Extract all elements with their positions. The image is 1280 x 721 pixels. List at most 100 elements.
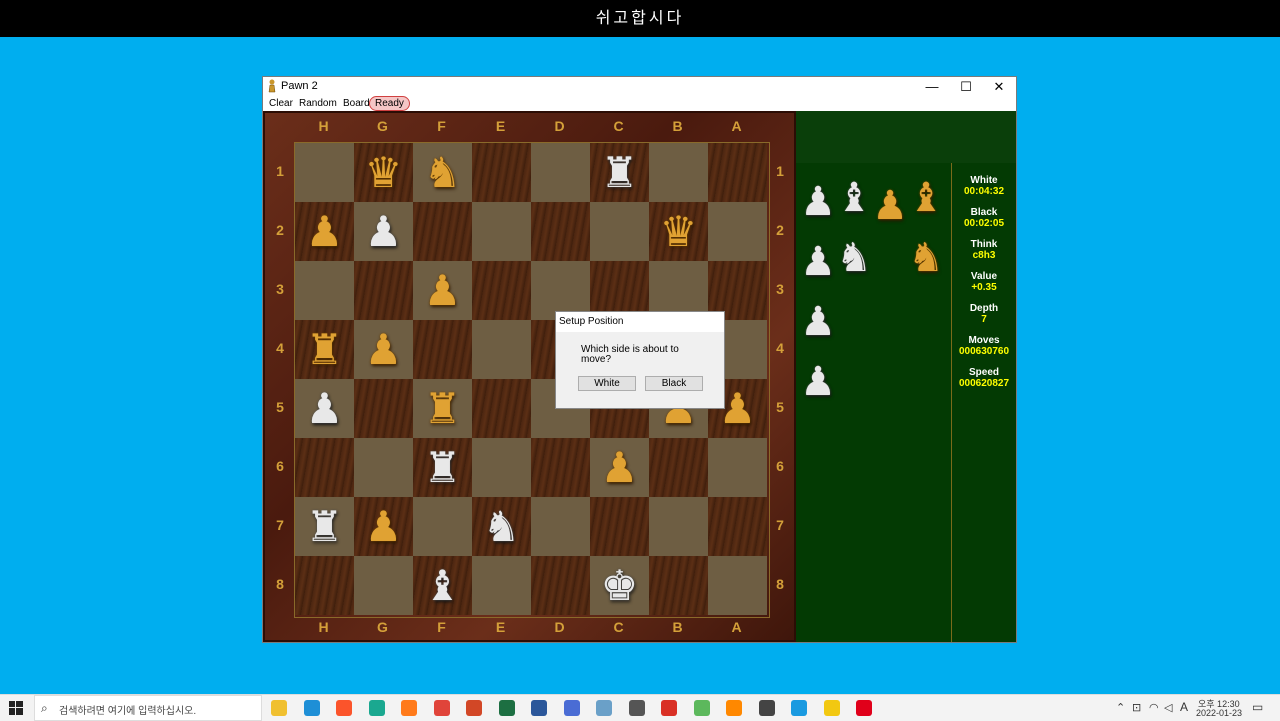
app-green-icon[interactable] bbox=[368, 700, 385, 716]
board-square[interactable] bbox=[708, 143, 767, 202]
file-label-top: E bbox=[495, 118, 506, 134]
board-square[interactable] bbox=[472, 143, 531, 202]
board-square[interactable] bbox=[531, 143, 590, 202]
board-square[interactable] bbox=[472, 202, 531, 261]
board-square[interactable] bbox=[413, 497, 472, 556]
dialog-title[interactable]: Setup Position bbox=[556, 312, 724, 332]
network-icon[interactable]: ⊡ bbox=[1132, 701, 1141, 714]
board-square[interactable] bbox=[649, 497, 708, 556]
board-square[interactable] bbox=[708, 497, 767, 556]
word-icon[interactable] bbox=[531, 700, 547, 716]
board-square[interactable] bbox=[531, 556, 590, 615]
board-square[interactable] bbox=[649, 438, 708, 497]
gold-pawn-icon[interactable]: ♟ bbox=[295, 202, 354, 261]
captured-gold-bishop-icon: ♝ bbox=[908, 175, 944, 220]
board-square[interactable] bbox=[413, 320, 472, 379]
edge-icon[interactable] bbox=[303, 700, 320, 716]
board-square[interactable] bbox=[295, 438, 354, 497]
menu-clear[interactable]: Clear bbox=[269, 96, 293, 111]
board-square[interactable] bbox=[413, 202, 472, 261]
board-square[interactable] bbox=[531, 497, 590, 556]
opera-icon[interactable] bbox=[856, 700, 872, 716]
app-red-icon[interactable] bbox=[661, 700, 677, 716]
app-circle-icon[interactable] bbox=[791, 700, 807, 716]
silver-knight-icon[interactable]: ♞ bbox=[472, 497, 531, 556]
silver-rook-icon[interactable]: ♜ bbox=[590, 143, 649, 202]
gold-pawn-icon[interactable]: ♟ bbox=[354, 497, 413, 556]
stat-label-value: Value bbox=[970, 271, 998, 282]
captured-gold-pawn-icon: ♟ bbox=[872, 183, 908, 228]
board-square[interactable] bbox=[354, 261, 413, 320]
captured-silver-pawn-icon: ♟ bbox=[800, 239, 836, 284]
board-square[interactable] bbox=[531, 438, 590, 497]
excel-icon[interactable] bbox=[498, 700, 515, 716]
clock-date[interactable]: 2022-01-23 bbox=[1196, 708, 1242, 718]
board-square[interactable] bbox=[295, 556, 354, 615]
taskbar-search-box[interactable]: ⌕ 검색하려면 여기에 입력하십시오. bbox=[34, 695, 262, 721]
minimize-button[interactable]: — bbox=[915, 77, 949, 96]
board-square[interactable] bbox=[472, 320, 531, 379]
menu-board[interactable]: Board bbox=[343, 96, 370, 111]
app-green2-icon[interactable] bbox=[693, 700, 710, 716]
title-bar[interactable]: Pawn 2 — ☐ ✕ bbox=[263, 77, 1016, 96]
calculator-icon[interactable] bbox=[758, 700, 775, 716]
windows-start-icon[interactable] bbox=[9, 701, 23, 715]
brave-icon[interactable] bbox=[336, 700, 352, 716]
vlc-icon[interactable] bbox=[726, 700, 742, 716]
search-tool-icon[interactable] bbox=[628, 700, 645, 716]
search-input[interactable]: 검색하려면 여기에 입력하십시오. bbox=[59, 702, 196, 717]
board-square[interactable] bbox=[590, 497, 649, 556]
board-square[interactable] bbox=[708, 438, 767, 497]
rank-label-left: 5 bbox=[276, 399, 284, 415]
silver-rook-icon[interactable]: ♜ bbox=[295, 497, 354, 556]
rank-label-left: 4 bbox=[276, 340, 284, 356]
board-square[interactable] bbox=[295, 143, 354, 202]
wifi-icon[interactable]: ◠ bbox=[1149, 701, 1159, 714]
silver-pawn-icon[interactable]: ♟ bbox=[354, 202, 413, 261]
board-square[interactable] bbox=[472, 556, 531, 615]
gold-pawn-icon[interactable]: ♟ bbox=[590, 438, 649, 497]
gold-rook-icon[interactable]: ♜ bbox=[295, 320, 354, 379]
gold-pawn-icon[interactable]: ♟ bbox=[354, 320, 413, 379]
board-square[interactable] bbox=[472, 261, 531, 320]
file-label-top: B bbox=[672, 118, 683, 134]
app-blue-icon[interactable] bbox=[563, 700, 580, 716]
menu-ready[interactable]: Ready bbox=[369, 96, 410, 111]
powerpoint-icon[interactable] bbox=[466, 700, 482, 716]
maximize-button[interactable]: ☐ bbox=[949, 77, 983, 96]
app-monitor-icon[interactable] bbox=[596, 700, 612, 716]
board-square[interactable] bbox=[354, 379, 413, 438]
silver-rook-icon[interactable]: ♜ bbox=[413, 438, 472, 497]
gold-queen-icon[interactable]: ♛ bbox=[649, 202, 708, 261]
gold-knight-icon[interactable]: ♞ bbox=[413, 143, 472, 202]
board-square[interactable] bbox=[590, 202, 649, 261]
board-square[interactable] bbox=[295, 261, 354, 320]
sticky-notes-icon[interactable] bbox=[823, 700, 840, 716]
board-square[interactable] bbox=[354, 438, 413, 497]
firefox-icon[interactable] bbox=[401, 700, 417, 716]
close-button[interactable]: ✕ bbox=[982, 77, 1016, 96]
notification-icon[interactable]: ▭ bbox=[1252, 700, 1263, 714]
gold-pawn-icon[interactable]: ♟ bbox=[413, 261, 472, 320]
silver-bishop-icon[interactable]: ♝ bbox=[413, 556, 472, 615]
board-square[interactable] bbox=[649, 143, 708, 202]
gold-queen-icon[interactable]: ♛ bbox=[354, 143, 413, 202]
ime-indicator[interactable]: A bbox=[1180, 700, 1188, 714]
silver-pawn-icon[interactable]: ♟ bbox=[295, 379, 354, 438]
board-square[interactable] bbox=[472, 379, 531, 438]
board-square[interactable] bbox=[531, 202, 590, 261]
gold-rook-icon[interactable]: ♜ bbox=[413, 379, 472, 438]
chrome-icon[interactable] bbox=[433, 700, 450, 716]
black-button[interactable]: Black bbox=[645, 376, 703, 391]
file-explorer-icon[interactable] bbox=[271, 700, 287, 716]
tray-chevron-icon[interactable]: ⌃ bbox=[1116, 701, 1125, 714]
menu-random[interactable]: Random bbox=[299, 96, 337, 111]
board-square[interactable] bbox=[472, 438, 531, 497]
board-square[interactable] bbox=[354, 556, 413, 615]
board-square[interactable] bbox=[708, 556, 767, 615]
board-square[interactable] bbox=[649, 556, 708, 615]
board-square[interactable] bbox=[708, 202, 767, 261]
silver-king-icon[interactable]: ♚ bbox=[590, 556, 649, 615]
white-button[interactable]: White bbox=[578, 376, 636, 391]
volume-icon[interactable]: ◁ bbox=[1164, 701, 1172, 714]
